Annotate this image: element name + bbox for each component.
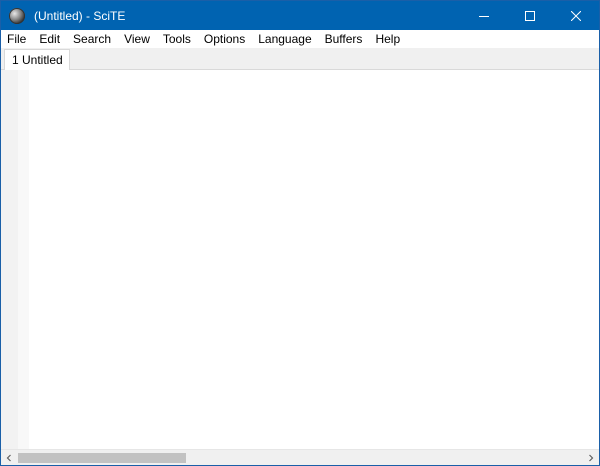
fold-margin[interactable]: [18, 70, 29, 449]
title-bar[interactable]: (Untitled) - SciTE: [1, 1, 599, 30]
tab-untitled[interactable]: 1 Untitled: [4, 49, 70, 70]
menu-view[interactable]: View: [118, 30, 157, 48]
text-editor-area[interactable]: [29, 70, 599, 449]
scroll-right-button[interactable]: [583, 450, 599, 465]
menu-tools[interactable]: Tools: [157, 30, 198, 48]
close-button[interactable]: [553, 1, 599, 30]
horizontal-scrollbar[interactable]: [1, 449, 599, 465]
menu-buffers[interactable]: Buffers: [319, 30, 370, 48]
menu-language[interactable]: Language: [252, 30, 318, 48]
window-title: (Untitled) - SciTE: [34, 8, 126, 23]
menu-file[interactable]: File: [1, 30, 33, 48]
scroll-thumb[interactable]: [18, 453, 186, 463]
tab-bar: 1 Untitled: [1, 48, 599, 70]
menu-bar: File Edit Search View Tools Options Lang…: [1, 30, 599, 48]
chevron-left-icon: [6, 454, 11, 462]
minimize-icon: [479, 15, 489, 17]
scite-window: (Untitled) - SciTE File Edit Search View…: [0, 0, 600, 466]
scite-app-icon[interactable]: [9, 7, 25, 24]
menu-help[interactable]: Help: [369, 30, 407, 48]
scroll-left-button[interactable]: [1, 450, 17, 465]
menu-search[interactable]: Search: [67, 30, 118, 48]
close-icon: [571, 10, 581, 21]
menu-edit[interactable]: Edit: [33, 30, 67, 48]
menu-options[interactable]: Options: [198, 30, 252, 48]
maximize-button[interactable]: [507, 1, 553, 30]
minimize-button[interactable]: [461, 1, 507, 30]
chevron-right-icon: [589, 454, 594, 462]
caption-buttons: [461, 1, 599, 30]
tab-label: 1 Untitled: [12, 53, 63, 67]
editor-pane: [1, 70, 599, 449]
maximize-icon: [525, 10, 535, 21]
line-number-margin[interactable]: [1, 70, 18, 449]
